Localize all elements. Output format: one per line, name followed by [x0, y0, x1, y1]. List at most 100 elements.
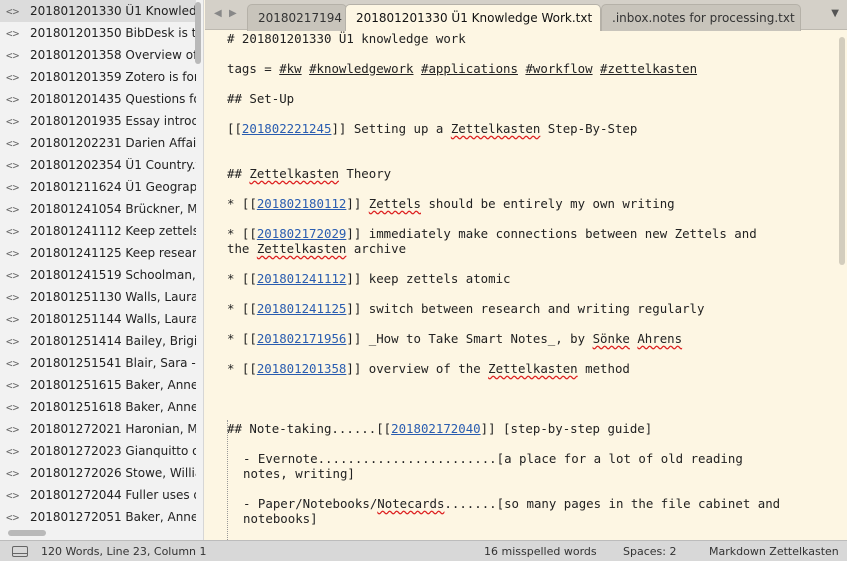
wiki-link[interactable]: 201802171956: [257, 331, 347, 346]
text-span: immediately make connections between new…: [361, 226, 757, 241]
wiki-link[interactable]: 201802180112: [257, 196, 347, 211]
file-name-label: 201801201935 Essay introdu: [30, 114, 196, 128]
file-list-item[interactable]: <> 201801241125 Keep research: [0, 242, 196, 264]
file-list-item[interactable]: <> 201801272021 Haronian, Ma: [0, 418, 196, 440]
misspelled-word: Zettelkasten: [249, 166, 339, 181]
file-name-label: 201801241054 Brückner, Ma: [30, 202, 196, 216]
bullet-line: * [[201802171956]] _How to Take Smart No…: [227, 331, 683, 346]
text-span: keep zettels atomic: [361, 271, 511, 286]
wiki-link[interactable]: 201801241112: [257, 271, 347, 286]
text-span: the: [227, 241, 257, 256]
file-list-item[interactable]: <> 201801251144 Walls, Laura D: [0, 308, 196, 330]
file-code-icon: <>: [6, 400, 20, 414]
sidebar-vertical-scrollbar[interactable]: [195, 2, 201, 518]
hashtag[interactable]: #applications: [421, 61, 518, 76]
file-list-item[interactable]: <> 201801241519 Schoolman, M: [0, 264, 196, 286]
file-list-item[interactable]: <> 201801202231 Darien Affair.: [0, 132, 196, 154]
file-list: <> 201801201330 Ü1 Knowledg <> 201801201350…: [0, 0, 196, 528]
text-span: switch between research and writing regu…: [361, 301, 705, 316]
file-name-label: 201801251615 Baker, Anne -: [30, 378, 196, 392]
file-list-item[interactable]: <> 201801201358 Overview of t: [0, 44, 196, 66]
text-span: ## Note-taking......[[: [227, 421, 392, 436]
file-code-icon: <>: [6, 268, 20, 282]
misspelled-word: Zettelkasten: [450, 121, 541, 136]
file-list-item[interactable]: <> 201801251414 Bailey, Brigitte: [0, 330, 196, 352]
file-code-icon: <>: [6, 356, 20, 370]
file-code-icon: <>: [6, 444, 20, 458]
hashtag[interactable]: #zettelkasten: [600, 61, 697, 76]
text-editor[interactable]: # 201801201330 Ü1 knowledge work tags = …: [205, 31, 847, 540]
text-span: should be entirely my own writing: [420, 196, 675, 211]
file-code-icon: <>: [6, 246, 20, 260]
file-list-item[interactable]: <> 201801272051 Baker, Anne -: [0, 506, 196, 528]
file-name-label: 201801251144 Walls, Laura D: [30, 312, 196, 326]
file-code-icon: <>: [6, 136, 20, 150]
file-list-item[interactable]: <> 201801201935 Essay introdu: [0, 110, 196, 132]
file-list-item[interactable]: <> 201801251615 Baker, Anne -: [0, 374, 196, 396]
tab-back-arrow-icon[interactable]: ◀: [214, 8, 222, 19]
file-code-icon: <>: [6, 48, 20, 62]
file-code-icon: <>: [6, 202, 20, 216]
file-code-icon: <>: [6, 488, 20, 502]
theory-heading: ## Zettelkasten Theory: [227, 166, 391, 181]
tab-forward-arrow-icon[interactable]: ▶: [229, 8, 237, 19]
file-list-item[interactable]: <> 201801251618 Baker, Anne -: [0, 396, 196, 418]
file-name-label: 201801201359 Zotero is for: [30, 70, 196, 84]
file-name-label: 201801241519 Schoolman, M: [30, 268, 196, 282]
file-list-item[interactable]: <> 201801211624 Ü1 Geography: [0, 176, 196, 198]
file-name-label: 201801272051 Baker, Anne -: [30, 510, 196, 524]
tab-inbox-notes[interactable]: .inbox.notes for processing.txt ✕: [601, 4, 801, 31]
file-code-icon: <>: [6, 510, 20, 524]
tab-knowledge-work[interactable]: 201801201330 Ü1 Knowledge Work.txt ✕: [345, 4, 601, 31]
file-name-label: 201801272026 Stowe, Willia: [30, 466, 196, 480]
misspelled-word: Zettels: [368, 196, 421, 211]
file-name-label: 201801272023 Gianquitto or: [30, 444, 196, 458]
file-list-item[interactable]: <> 201801272023 Gianquitto or: [0, 440, 196, 462]
file-list-item[interactable]: <> 201801251130 Walls, Laura D: [0, 286, 196, 308]
misspelled-word: Sönke: [592, 331, 630, 346]
file-list-item[interactable]: <> 201801251541 Blair, Sara - C: [0, 352, 196, 374]
sidebar-horizontal-scroll-thumb[interactable]: [8, 530, 46, 536]
hashtag[interactable]: #knowledgework: [309, 61, 413, 76]
file-list-item[interactable]: <> 201801241112 Keep zettels a: [0, 220, 196, 242]
sidebar-vertical-scroll-thumb[interactable]: [195, 2, 201, 64]
file-name-label: 201801251414 Bailey, Brigitte: [30, 334, 196, 348]
file-list-item[interactable]: <> 201801201435 Questions for: [0, 88, 196, 110]
setup-link-line: [[201802221245]] Setting up a Zettelkast…: [227, 121, 638, 136]
editor-scrollbar[interactable]: [839, 37, 845, 265]
sidebar-horizontal-scrollbar[interactable]: [8, 530, 198, 536]
file-list-item[interactable]: <> 201801201330 Ü1 Knowledg: [0, 0, 196, 22]
text-span: Theory: [338, 166, 392, 181]
wiki-link[interactable]: 201802172040: [391, 421, 481, 436]
sidebar-toggle-icon[interactable]: [12, 546, 28, 557]
tab-label: .inbox.notes for processing.txt: [612, 11, 795, 25]
file-list-item[interactable]: <> 201801272044 Fuller uses d: [0, 484, 196, 506]
text-span: - Paper/Notebooks/: [243, 496, 378, 511]
file-list-item[interactable]: <> 201801201350 BibDesk is th: [0, 22, 196, 44]
syntax-status[interactable]: Markdown Zettelkasten: [709, 545, 839, 558]
hashtag[interactable]: #workflow: [525, 61, 592, 76]
file-name-label: 201801211624 Ü1 Geography: [30, 180, 196, 194]
file-name-label: 201801241125 Keep research: [30, 246, 196, 260]
wiki-link[interactable]: 201801241125: [257, 301, 347, 316]
file-list-item[interactable]: <> 201801272026 Stowe, Willia: [0, 462, 196, 484]
file-name-label: 201801202354 Ü1 Country.tx: [30, 158, 196, 172]
status-bar: 120 Words, Line 23, Column 1 16 misspell…: [0, 540, 847, 561]
file-code-icon: <>: [6, 26, 20, 40]
wiki-link[interactable]: 201801201358: [257, 361, 347, 376]
file-code-icon: <>: [6, 466, 20, 480]
misspelled-word: Zettelkasten: [488, 361, 578, 376]
indentation-status[interactable]: Spaces: 2: [623, 545, 676, 558]
bullet-line: * [[201802172029]] immediately make conn…: [227, 226, 757, 241]
misspelled-word: Ahrens: [637, 331, 683, 346]
wiki-link[interactable]: 201802172029: [257, 226, 347, 241]
file-list-item[interactable]: <> 201801202354 Ü1 Country.tx: [0, 154, 196, 176]
text-span: archive: [346, 241, 407, 256]
wiki-link[interactable]: 201802221245: [242, 121, 332, 136]
file-list-item[interactable]: <> 201801241054 Brückner, Ma: [0, 198, 196, 220]
text-span: [361, 196, 368, 211]
file-list-item[interactable]: <> 201801201359 Zotero is for: [0, 66, 196, 88]
hashtag[interactable]: #kw: [279, 61, 301, 76]
tab-overflow-menu-icon[interactable]: ▼: [831, 8, 839, 19]
tab-inactive-left[interactable]: 20180217194: [247, 4, 347, 31]
